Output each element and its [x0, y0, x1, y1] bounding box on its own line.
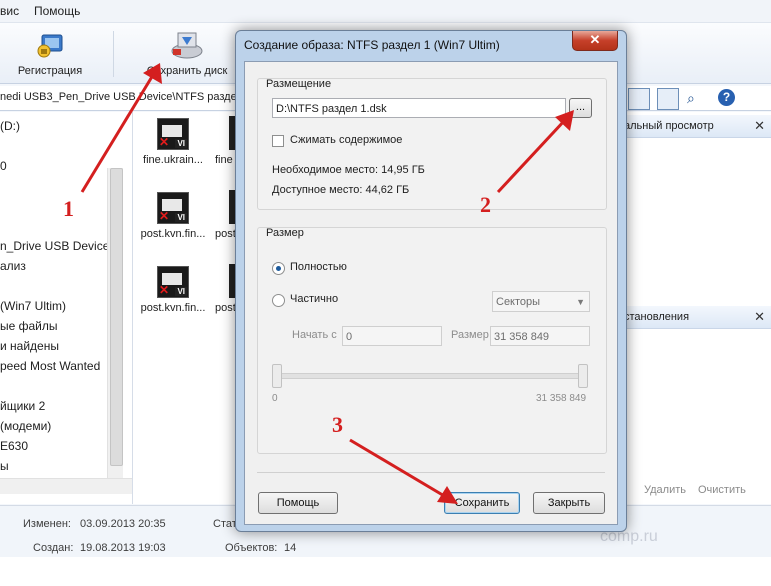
compress-checkbox[interactable] — [272, 135, 284, 147]
dialog-close-button[interactable]: ✕ — [572, 31, 618, 51]
image-path-input[interactable]: D:\NTFS раздел 1.dsk — [272, 98, 566, 118]
tree-item[interactable]: и найдены — [0, 339, 59, 353]
clear-action[interactable]: Очистить — [698, 484, 746, 496]
chevron-down-icon: ▼ — [576, 297, 585, 307]
file-image-icon: ✕ VI — [157, 192, 189, 224]
tree-horizontal-scrollbar[interactable] — [0, 478, 132, 494]
bottom-strip — [0, 557, 771, 586]
file-image-icon: ✕ VI — [157, 266, 189, 298]
file-item[interactable]: ✕ VI post.kvn.fin... — [123, 192, 223, 240]
save-disk-button[interactable]: Сохранить диск — [134, 27, 240, 81]
size-label: Размер — [451, 329, 489, 341]
full-radio-label: Полностью — [290, 261, 347, 273]
range-slider-end-handle[interactable] — [578, 364, 588, 388]
unit-select[interactable]: Секторы ▼ — [492, 291, 590, 312]
preview-panel-header: альный просмотр ✕ — [622, 115, 771, 138]
start-input[interactable]: 0 — [342, 326, 442, 346]
annotation-number-3: 3 — [332, 412, 343, 437]
tree-item[interactable]: peed Most Wanted — [0, 359, 100, 373]
save-icon[interactable] — [657, 88, 679, 110]
toolbar-separator — [113, 31, 114, 77]
file-image-icon: ✕ VI — [157, 118, 189, 150]
tree-item[interactable]: 0 — [0, 159, 7, 173]
range-slider-track[interactable] — [272, 373, 588, 379]
dialog-body: Размещение D:\NTFS раздел 1.dsk ... Сжим… — [244, 61, 618, 525]
file-name: fine.ukrain... — [143, 154, 203, 166]
tree-item[interactable]: йщики 2 — [0, 399, 45, 413]
register-icon — [37, 34, 63, 58]
tree-vertical-scrollbar[interactable] — [107, 168, 123, 478]
unit-select-value: Секторы — [496, 296, 541, 308]
file-name: post.kvn.fin... — [140, 302, 206, 314]
recovery-panel-title: становления — [624, 311, 690, 323]
annotation-number-2: 2 — [480, 192, 491, 217]
file-item[interactable]: ✕ VI fine.ukrain... — [123, 118, 223, 166]
tree-item[interactable]: ые файлы — [0, 319, 58, 333]
tree-item[interactable]: E630 — [0, 439, 28, 453]
objects-value: 14 — [284, 542, 297, 554]
modified-value: 03.09.2013 20:35 — [80, 518, 166, 530]
register-button[interactable]: Регистрация — [6, 27, 94, 81]
file-name: post.kvn.fin... — [140, 228, 206, 240]
created-label: Создан: — [33, 542, 74, 554]
tree-item[interactable]: ализ — [0, 259, 26, 273]
divider — [257, 472, 605, 473]
available-space-label: Доступное место: 44,62 ГБ — [272, 184, 410, 196]
file-name-clipped: post — [215, 302, 236, 314]
tree-item[interactable]: (модеми) — [0, 419, 51, 433]
preview-panel-title: альный просмотр — [624, 120, 714, 132]
objects-label: Объектов: — [225, 542, 278, 554]
placement-group: Размещение D:\NTFS раздел 1.dsk ... Сжим… — [257, 78, 607, 210]
partial-radio[interactable] — [272, 294, 285, 307]
tree-item[interactable]: n_Drive USB Device — [0, 239, 109, 253]
view-toggle-icon[interactable] — [628, 88, 650, 110]
required-space-label: Необходимое место: 14,95 ГБ — [272, 164, 425, 176]
right-pane: альный просмотр ✕ становления ✕ — [622, 112, 771, 504]
file-list: ✕ VI fine.ukrain... ✕ VI post.kvn.fin... ✕… — [133, 112, 237, 504]
tree-item[interactable]: ы — [0, 459, 9, 473]
menu-bar: вис Помощь — [0, 0, 771, 23]
save-button[interactable]: Сохранить — [444, 492, 520, 514]
save-disk-label: Сохранить диск — [146, 65, 228, 77]
size-input[interactable]: 31 358 849 — [490, 326, 590, 346]
menu-item-help[interactable]: Помощь — [34, 4, 80, 18]
partial-radio-label: Частично — [290, 293, 339, 305]
modified-label: Изменен: — [23, 518, 71, 530]
address-path: nedi USB3_Pen_Drive USB Device\NTFS разд… — [0, 91, 252, 103]
compress-label: Сжимать содержимое — [290, 134, 403, 146]
created-value: 19.08.2013 19:03 — [80, 542, 166, 554]
size-group: Размер Полностью Частично Секторы ▼ Нача… — [257, 227, 607, 454]
help-button[interactable]: Помощь — [258, 492, 338, 514]
browse-button[interactable]: ... — [569, 98, 592, 118]
file-name-clipped: post — [215, 228, 236, 240]
close-panel-icon[interactable]: ✕ — [754, 309, 765, 325]
scrollbar-thumb[interactable] — [110, 168, 123, 466]
close-panel-icon[interactable]: ✕ — [754, 118, 765, 134]
file-name-clipped: fine — [215, 154, 233, 166]
start-label: Начать с — [292, 329, 337, 341]
tree-item[interactable]: (D:) — [0, 119, 20, 133]
size-legend: Размер — [266, 227, 304, 239]
annotation-number-1: 1 — [63, 196, 74, 221]
slider-max-label: 31 358 849 — [536, 393, 587, 404]
placement-legend: Размещение — [266, 78, 332, 90]
file-item[interactable]: ✕ VI post.kvn.fin... — [123, 266, 223, 314]
recovery-panel-header: становления ✕ — [622, 306, 771, 329]
dialog-title: Создание образа: NTFS раздел 1 (Win7 Ult… — [244, 38, 500, 52]
delete-action[interactable]: Удалить — [644, 484, 686, 496]
register-label: Регистрация — [17, 65, 83, 77]
full-radio[interactable] — [272, 262, 285, 275]
create-image-dialog: Создание образа: NTFS раздел 1 (Win7 Ult… — [235, 30, 627, 532]
status-label-clipped: Стат — [213, 518, 237, 530]
help-icon[interactable]: ? — [718, 89, 735, 106]
tree-item[interactable]: (Win7 Ultim) — [0, 299, 66, 313]
search-icon[interactable]: ⌕ — [687, 90, 695, 107]
slider-min-label: 0 — [272, 393, 278, 404]
range-slider-start-handle[interactable] — [272, 364, 282, 388]
menu-item-service[interactable]: вис — [0, 4, 19, 18]
close-button[interactable]: Закрыть — [533, 492, 605, 514]
save-disk-icon — [171, 32, 203, 59]
